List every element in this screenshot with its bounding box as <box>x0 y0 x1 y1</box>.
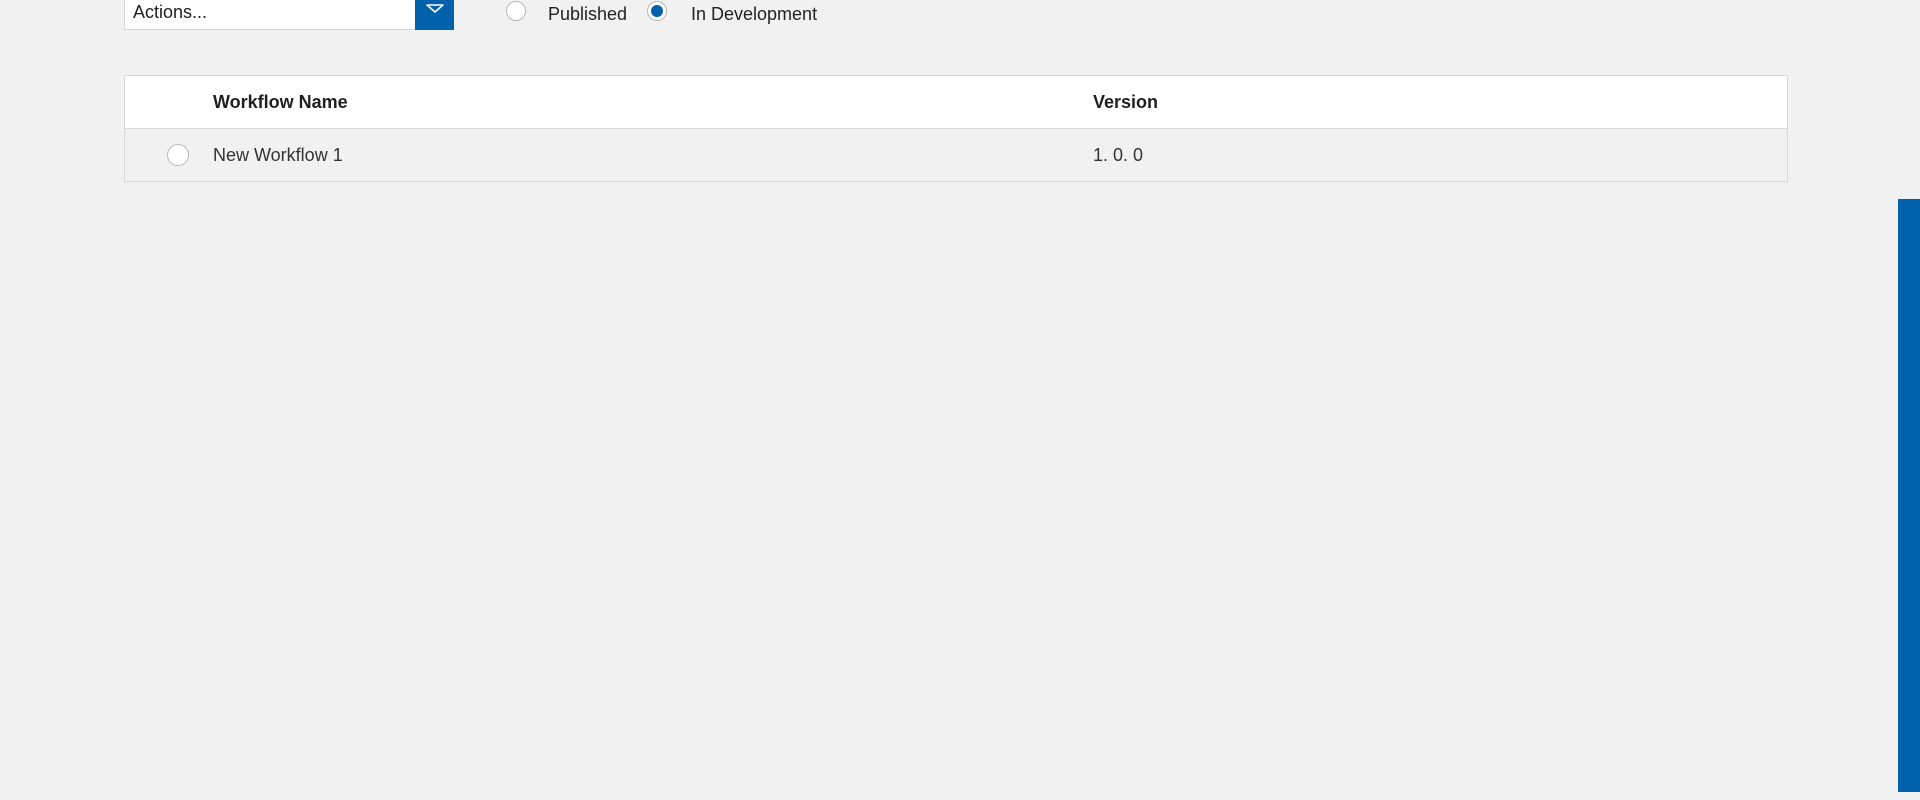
actions-dropdown[interactable]: Actions... <box>124 0 454 30</box>
filter-in-development[interactable]: In Development <box>647 0 817 28</box>
workflow-name-cell: New Workflow 1 <box>213 145 343 165</box>
side-scrollbar[interactable] <box>1898 199 1920 792</box>
actions-dropdown-value: Actions... <box>133 2 208 22</box>
filter-published[interactable]: Published <box>506 0 627 28</box>
version-cell: 1. 0. 0 <box>1093 145 1144 165</box>
row-select-radio[interactable] <box>167 144 189 166</box>
workflow-list-page: Actions... Published In Development Work… <box>0 0 1920 800</box>
table-row[interactable]: New Workflow 1 1. 0. 0 <box>125 129 1787 181</box>
chevron-down-icon <box>425 4 444 13</box>
workflow-table: Workflow Name Version New Workflow 1 1. … <box>124 75 1788 182</box>
column-header-workflow-name[interactable]: Workflow Name <box>213 76 348 128</box>
actions-dropdown-toggle[interactable] <box>415 0 454 30</box>
column-header-version[interactable]: Version <box>1093 76 1158 128</box>
filter-in-development-label: In Development <box>691 4 818 24</box>
filter-published-label: Published <box>548 4 628 24</box>
table-header: Workflow Name Version <box>125 76 1787 129</box>
filter-published-radio[interactable] <box>506 1 526 21</box>
filter-in-development-radio[interactable] <box>647 1 667 21</box>
